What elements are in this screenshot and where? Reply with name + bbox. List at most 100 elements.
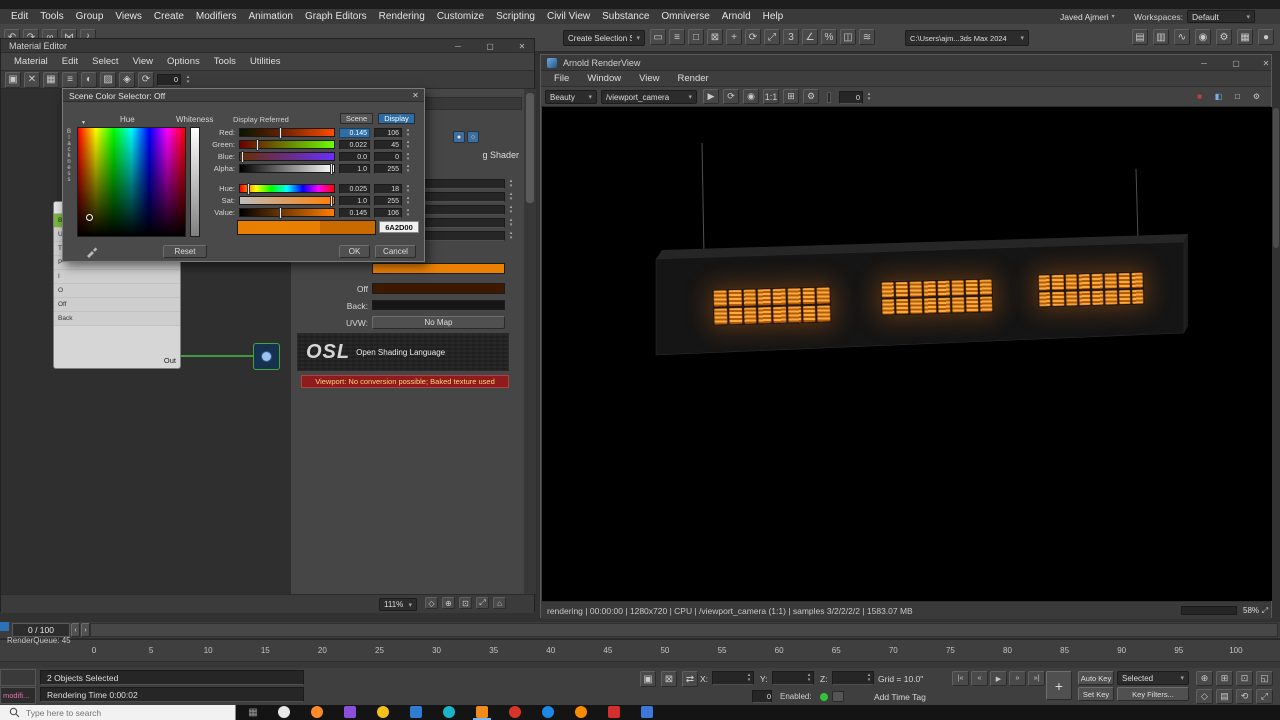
select-region-icon[interactable]: □: [688, 29, 704, 45]
menu-item[interactable]: Tools: [34, 11, 69, 22]
layer-manager-icon[interactable]: ▥: [1153, 29, 1169, 45]
saturation-slider[interactable]: [239, 195, 335, 207]
aov-dropdown[interactable]: Beauty: [545, 90, 597, 104]
menu-item[interactable]: Scripting: [490, 11, 541, 22]
node-slot-row[interactable]: Back: [54, 312, 180, 326]
green-display-value[interactable]: 45: [374, 140, 402, 150]
field-of-view-icon[interactable]: ◇: [1196, 689, 1213, 704]
spinner-icon[interactable]: [507, 205, 515, 215]
select-scale-icon[interactable]: ⤢: [764, 29, 780, 45]
cancel-button[interactable]: Cancel: [375, 245, 416, 258]
camera-dropdown[interactable]: /viewport_camera: [601, 90, 697, 104]
viewport-scrollbar[interactable]: [1273, 108, 1279, 248]
layout-all-icon[interactable]: ▦: [43, 71, 59, 88]
menu-item[interactable]: Help: [757, 11, 790, 22]
red-scene-value[interactable]: 0.145: [339, 128, 370, 138]
green-slider[interactable]: [239, 139, 335, 151]
spinner-icon[interactable]: [404, 128, 412, 138]
menu-item[interactable]: Utilities: [243, 56, 288, 67]
menu-item[interactable]: Options: [160, 56, 207, 67]
render-canvas[interactable]: [542, 107, 1272, 601]
exposure-field[interactable]: 0: [839, 91, 863, 104]
validate-icon[interactable]: ◈: [119, 71, 135, 88]
menu-item[interactable]: Rendering: [373, 11, 431, 22]
update-preview-icon[interactable]: ⟳: [138, 71, 154, 88]
taskbar-app-icon[interactable]: [311, 706, 323, 718]
hex-value-field[interactable]: 6A2D00: [379, 221, 419, 233]
blue-scene-value[interactable]: 0.0: [339, 152, 370, 162]
material-editor-titlebar[interactable]: Material Editor ─ ▢ ✕: [1, 39, 534, 53]
taskbar-app-icon[interactable]: [509, 706, 521, 718]
spinner-icon[interactable]: [745, 673, 753, 683]
percent-snap-icon[interactable]: %: [821, 29, 837, 45]
hue-display-value[interactable]: 18: [374, 184, 402, 194]
named-selection-set-dropdown[interactable]: Create Selection Se: [563, 30, 645, 46]
tab-scene[interactable]: Scene: [340, 113, 373, 124]
menu-item[interactable]: Window: [578, 73, 630, 84]
play-icon[interactable]: ▶: [990, 671, 1007, 686]
pan-icon[interactable]: ▤: [1216, 689, 1233, 704]
alpha-display-icon[interactable]: □: [1231, 90, 1244, 103]
render-setup-icon[interactable]: ⚙: [1216, 29, 1232, 45]
minimize-icon[interactable]: ─: [1196, 57, 1212, 69]
slider-handle-icon[interactable]: [246, 183, 250, 195]
alpha-display-value[interactable]: 255: [374, 164, 402, 174]
task-view-icon[interactable]: ▦: [246, 706, 260, 719]
graph-editors-icon[interactable]: ∿: [1174, 29, 1190, 45]
minimize-icon[interactable]: ─: [450, 40, 466, 52]
menu-item[interactable]: Arnold: [716, 11, 757, 22]
absolute-relative-mode-icon[interactable]: ⇄: [682, 671, 698, 687]
params-scrollbar[interactable]: [524, 89, 536, 594]
off-color-swatch[interactable]: [372, 283, 505, 294]
select-rotate-icon[interactable]: ⟳: [745, 29, 761, 45]
pan-hand-icon[interactable]: ◇: [425, 597, 438, 609]
zoom-extents-icon[interactable]: ⊡: [1236, 671, 1253, 686]
menu-item[interactable]: Select: [85, 56, 125, 67]
select-object-icon[interactable]: ▭: [650, 29, 666, 45]
show-shaded-icon[interactable]: ◐: [81, 71, 97, 88]
zoom-all-icon[interactable]: ⊞: [1216, 671, 1233, 686]
spinner-icon[interactable]: [507, 218, 515, 228]
previous-frame-icon[interactable]: «: [971, 671, 988, 686]
menu-item[interactable]: View: [630, 73, 668, 84]
zoom-extents-icon[interactable]: ⤢: [476, 597, 489, 609]
track-bar[interactable]: 0 5 10 15 20 25 30 35 40 45 50 55 60 65 70 75 80 85 90 95 10…: [0, 640, 1280, 662]
project-path-dropdown[interactable]: C:\Users\ajm...3ds Max 2024: [905, 30, 1029, 46]
slider-handle-icon[interactable]: [278, 127, 282, 139]
spinner-icon[interactable]: [865, 673, 873, 683]
taskbar-app-icon[interactable]: [377, 706, 389, 718]
spinner-icon[interactable]: [404, 164, 412, 174]
red-display-value[interactable]: 106: [374, 128, 402, 138]
taskbar-app-icon[interactable]: [443, 706, 455, 718]
reset-button[interactable]: Reset: [163, 245, 207, 258]
blue-display-value[interactable]: 0: [374, 152, 402, 162]
render-settings-icon[interactable]: ⚙: [803, 89, 819, 104]
signin-menu[interactable]: Javed Ajmeri ▾: [1060, 10, 1115, 23]
menu-item[interactable]: Modifiers: [190, 11, 243, 22]
material-editor-icon[interactable]: ◉: [1195, 29, 1211, 45]
menu-item[interactable]: Views: [109, 11, 148, 22]
isolate-selection-icon[interactable]: ▣: [640, 671, 656, 687]
toolbar-value-field[interactable]: 0: [157, 73, 181, 86]
mirror-icon[interactable]: ◫: [840, 29, 856, 45]
enabled-indicator-icon[interactable]: [820, 693, 828, 701]
value-display-value[interactable]: 106: [374, 208, 402, 218]
close-icon[interactable]: ✕: [1258, 57, 1274, 69]
scrollbar-thumb[interactable]: [526, 93, 534, 203]
spinner-icon[interactable]: [404, 196, 412, 206]
set-key-button[interactable]: Set Key: [1078, 687, 1114, 701]
delete-selected-icon[interactable]: ✕: [24, 71, 40, 88]
key-mode-dropdown[interactable]: Selected: [1117, 671, 1189, 685]
renderview-titlebar[interactable]: Arnold RenderView ─ ▢ ✕: [541, 55, 1271, 71]
uvw-map-button[interactable]: No Map: [372, 316, 505, 329]
node-slot-row[interactable]: I: [54, 270, 180, 284]
menu-item[interactable]: Substance: [596, 11, 655, 22]
time-slider-handle[interactable]: 0 / 100: [12, 623, 70, 637]
menu-item[interactable]: Animation: [242, 11, 298, 22]
hue-slider[interactable]: [239, 183, 335, 195]
orbit-icon[interactable]: ⟲: [1236, 689, 1253, 704]
menu-item[interactable]: Edit: [5, 11, 34, 22]
show-map-in-viewport-icon[interactable]: ●: [453, 131, 465, 143]
taskbar-app-icon[interactable]: [608, 706, 620, 718]
snap-toggle-icon[interactable]: 3: [783, 29, 799, 45]
